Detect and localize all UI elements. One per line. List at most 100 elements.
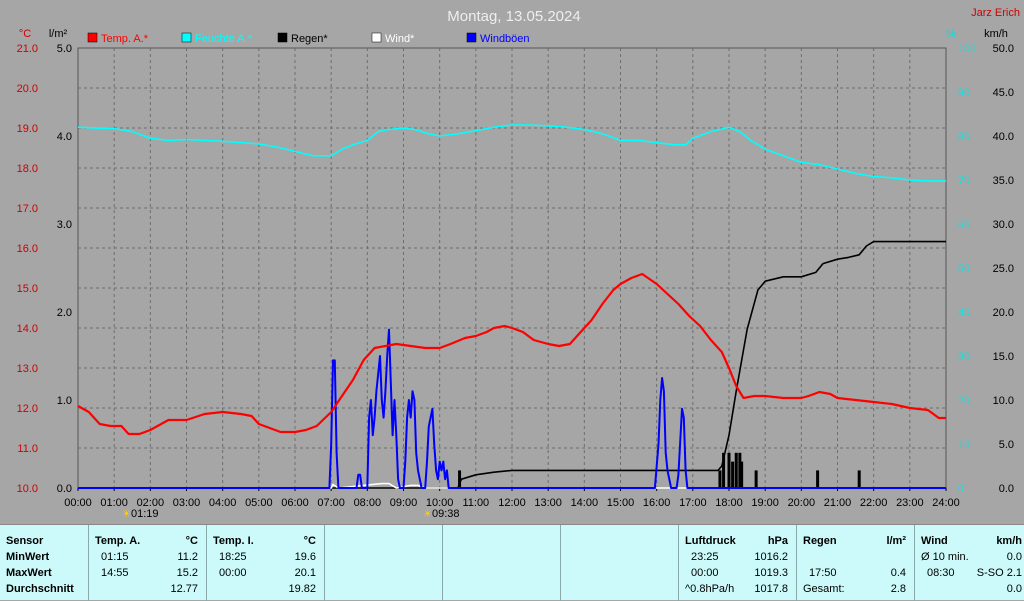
pressure-header: Luftdruck xyxy=(685,535,736,547)
statistics-panel: Sensor MinWert MaxWert Durchschnitt Temp… xyxy=(0,524,1024,601)
row-label-avg: Durchschnitt xyxy=(6,583,74,595)
rain-header: Regen xyxy=(803,535,837,547)
wind-avg10-value: 0.0 xyxy=(1006,551,1022,563)
temp-tick-label: 17.0 xyxy=(17,203,38,215)
temp-a-min-time: 01:15 xyxy=(101,551,129,563)
time-tick-label: 24:00 xyxy=(932,497,960,509)
empty-column-3 xyxy=(560,525,678,601)
wind-tick-label: 20.0 xyxy=(993,307,1014,319)
humidity-unit-label: % xyxy=(946,28,956,40)
time-tick-label: 22:00 xyxy=(860,497,888,509)
rain-bar xyxy=(718,470,722,488)
humidity-tick-label: 100 xyxy=(958,43,976,55)
time-tick-label: 18:00 xyxy=(715,497,743,509)
wind-max-value: S-SO 2.1 xyxy=(976,567,1022,579)
humidity-tick-label: 70 xyxy=(958,175,970,187)
rain-tick-label: 2.0 xyxy=(57,307,72,319)
time-tick-label: 08:00 xyxy=(354,497,382,509)
time-tick-label: 07:00 xyxy=(317,497,345,509)
rain-total-label: Gesamt: xyxy=(803,583,845,595)
rain-max-value: 0.4 xyxy=(890,567,906,579)
time-tick-label: 13:00 xyxy=(534,497,562,509)
rain-tick-label: 0.0 xyxy=(57,483,72,495)
temp-i-min-time: 18:25 xyxy=(219,551,247,563)
temp-a-column: Temp. A. °C 01:15 11.2 14:55 15.2 12.77 xyxy=(88,525,206,601)
time-tick-label: 09:00 xyxy=(390,497,418,509)
wind-tick-label: 50.0 xyxy=(993,43,1014,55)
sunset-icon: ☀ xyxy=(423,509,432,520)
time-tick-label: 19:00 xyxy=(751,497,779,509)
rain-bar xyxy=(727,452,731,488)
legend-label: Windböen xyxy=(480,33,530,45)
wind-tick-label: 5.0 xyxy=(999,439,1014,451)
humidity-tick-label: 30 xyxy=(958,351,970,363)
temp-a-max-time: 14:55 xyxy=(101,567,129,579)
temp-i-header: Temp. I. xyxy=(213,535,254,547)
rain-bar xyxy=(740,461,744,488)
temp-tick-label: 12.0 xyxy=(17,403,38,415)
author-label: Jarz Erich xyxy=(971,7,1020,19)
temp-a-max-value: 15.2 xyxy=(176,567,198,579)
rain-max-time: 17:50 xyxy=(809,567,837,579)
time-tick-label: 05:00 xyxy=(245,497,273,509)
legend-swatch xyxy=(181,32,192,43)
row-label-min: MinWert xyxy=(6,551,50,563)
rain-unit: l/m² xyxy=(886,535,906,547)
time-tick-label: 03:00 xyxy=(173,497,201,509)
time-tick-label: 04:00 xyxy=(209,497,237,509)
wind-tick-label: 30.0 xyxy=(993,219,1014,231)
rain-unit-label: l/m² xyxy=(49,28,68,40)
wind-max-time: 08:30 xyxy=(927,567,955,579)
temp-tick-label: 10.0 xyxy=(17,483,38,495)
temp-tick-label: 19.0 xyxy=(17,123,38,135)
legend-label: Wind* xyxy=(385,33,415,45)
wind-unit-label: km/h xyxy=(984,28,1008,40)
temp-a-header: Temp. A. xyxy=(95,535,141,547)
wind-column: Wind km/h Ø 10 min. 0.0 08:30 S-SO 2.1 0.0 xyxy=(914,525,1024,601)
wind-tick-label: 10.0 xyxy=(993,395,1014,407)
time-tick-label: 11:00 xyxy=(462,497,489,509)
sensor-column: Sensor MinWert MaxWert Durchschnitt xyxy=(0,525,88,601)
temp-i-avg-value: 19.82 xyxy=(288,583,316,595)
legend-label: Feuchte A.* xyxy=(195,33,253,45)
pressure-max-value: 1019.3 xyxy=(754,567,788,579)
temp-a-unit: °C xyxy=(185,535,198,547)
temp-tick-label: 14.0 xyxy=(17,323,38,335)
time-tick-label: 17:00 xyxy=(679,497,707,509)
time-tick-label: 16:00 xyxy=(643,497,671,509)
time-tick-label: 00:00 xyxy=(64,497,92,509)
rain-column: Regen l/m² 17:50 0.4 Gesamt: 2.8 xyxy=(796,525,914,601)
row-label-max: MaxWert xyxy=(6,567,52,579)
time-tick-label: 01:00 xyxy=(100,497,128,509)
empty-column-2 xyxy=(442,525,560,601)
wind-avg10-label: Ø 10 min. xyxy=(921,551,969,563)
wind-tick-label: 35.0 xyxy=(993,175,1014,187)
humidity-tick-label: 60 xyxy=(958,219,970,231)
pressure-trend: ^0.8hPa/h xyxy=(685,583,735,595)
sunrise-icon: ☀ xyxy=(122,509,131,520)
humidity-tick-label: 0 xyxy=(958,483,964,495)
pressure-unit: hPa xyxy=(767,535,788,547)
rain-bar xyxy=(816,470,820,488)
time-tick-label: 06:00 xyxy=(281,497,309,509)
chart-legend: Temp. A.* Feuchte A.* Regen* Wind* Windböen xyxy=(87,32,530,45)
rain-bar xyxy=(857,470,861,488)
humidity-tick-label: 40 xyxy=(958,307,970,319)
pressure-min-value: 1016.2 xyxy=(754,551,788,563)
humidity-tick-label: 20 xyxy=(958,395,970,407)
wind-tick-label: 25.0 xyxy=(993,263,1014,275)
wind-avg-value: 0.0 xyxy=(1006,583,1022,595)
sunset-time: 09:38 xyxy=(432,508,460,520)
legend-label: Temp. A.* xyxy=(101,33,149,45)
temp-tick-label: 11.0 xyxy=(17,443,38,455)
empty-column-1 xyxy=(324,525,442,601)
time-tick-label: 12:00 xyxy=(498,497,526,509)
temp-i-max-time: 00:00 xyxy=(219,567,247,579)
time-tick-label: 21:00 xyxy=(824,497,852,509)
pressure-max-time: 00:00 xyxy=(691,567,719,579)
humidity-tick-label: 80 xyxy=(958,131,970,143)
temp-i-max-value: 20.1 xyxy=(294,567,316,579)
legend-swatch xyxy=(466,32,477,43)
chart-title: Montag, 13.05.2024 xyxy=(447,8,580,25)
humidity-tick-label: 10 xyxy=(958,439,970,451)
